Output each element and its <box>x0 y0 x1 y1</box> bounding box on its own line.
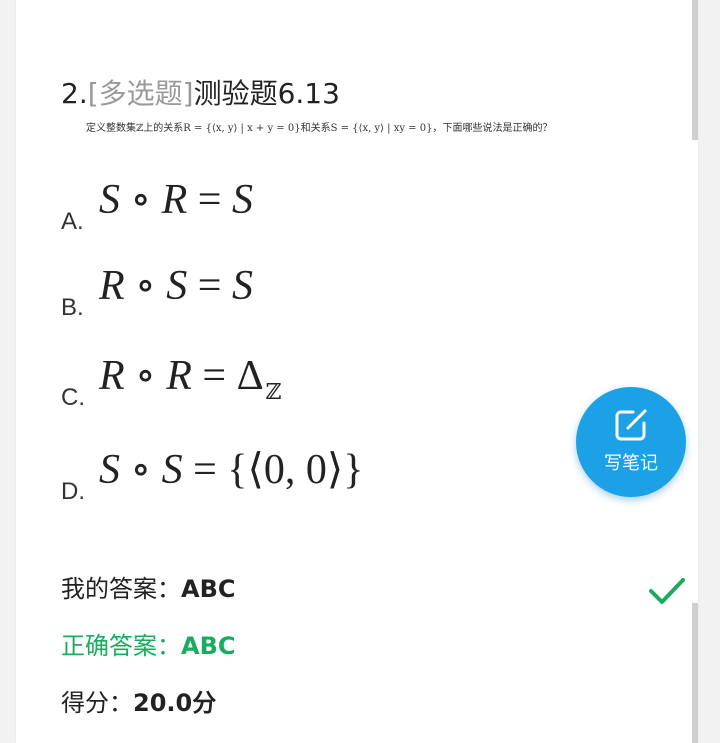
my-answer: 我的答案：ABC <box>61 574 235 604</box>
correct-answer-value: ABC <box>181 632 236 660</box>
scrollbar-top[interactable] <box>692 0 698 140</box>
option-letter: C. <box>61 384 85 411</box>
option-formula: R ∘ R = Δℤ <box>99 353 282 404</box>
option-formula: S ∘ S = {⟨0, 0⟩} <box>99 447 364 493</box>
option-b[interactable]: B. R ∘ S = S <box>61 262 481 322</box>
option-formula: S ∘ R = S <box>99 177 253 223</box>
write-note-button[interactable]: 写笔记 <box>576 387 686 497</box>
score: 得分：20.0分 <box>61 688 216 718</box>
question-card: 2.[多选题]测验题6.13 定义整数集ℤ上的关系R = {⟨x, y⟩ | x… <box>16 0 698 743</box>
question-type: [多选题] <box>87 77 194 110</box>
option-formula: R ∘ S = S <box>99 263 253 309</box>
option-letter: B. <box>61 294 84 321</box>
question-number: 2. <box>61 77 88 110</box>
correct-answer: 正确答案：ABC <box>61 631 235 661</box>
option-letter: A. <box>61 208 84 235</box>
my-answer-value: ABC <box>181 575 236 603</box>
score-label: 得分： <box>61 689 133 717</box>
correct-answer-label: 正确答案： <box>61 632 181 660</box>
option-a[interactable]: A. S ∘ R = S <box>61 176 481 236</box>
option-letter: D. <box>61 478 85 505</box>
check-icon <box>649 578 685 604</box>
question-name: 测验题6.13 <box>193 77 340 110</box>
edit-note-icon <box>615 409 647 441</box>
option-c[interactable]: C. R ∘ R = Δℤ <box>61 352 481 412</box>
write-note-label: 写笔记 <box>604 453 658 474</box>
my-answer-label: 我的答案： <box>61 575 181 603</box>
question-stem: 定义整数集ℤ上的关系R = {⟨x, y⟩ | x + y = 0}和关系S =… <box>86 123 553 134</box>
option-d[interactable]: D. S ∘ S = {⟨0, 0⟩} <box>61 446 481 506</box>
question-title: 2.[多选题]测验题6.13 <box>61 76 340 112</box>
scrollbar-bottom[interactable] <box>692 603 698 743</box>
score-value: 20.0分 <box>133 689 217 717</box>
